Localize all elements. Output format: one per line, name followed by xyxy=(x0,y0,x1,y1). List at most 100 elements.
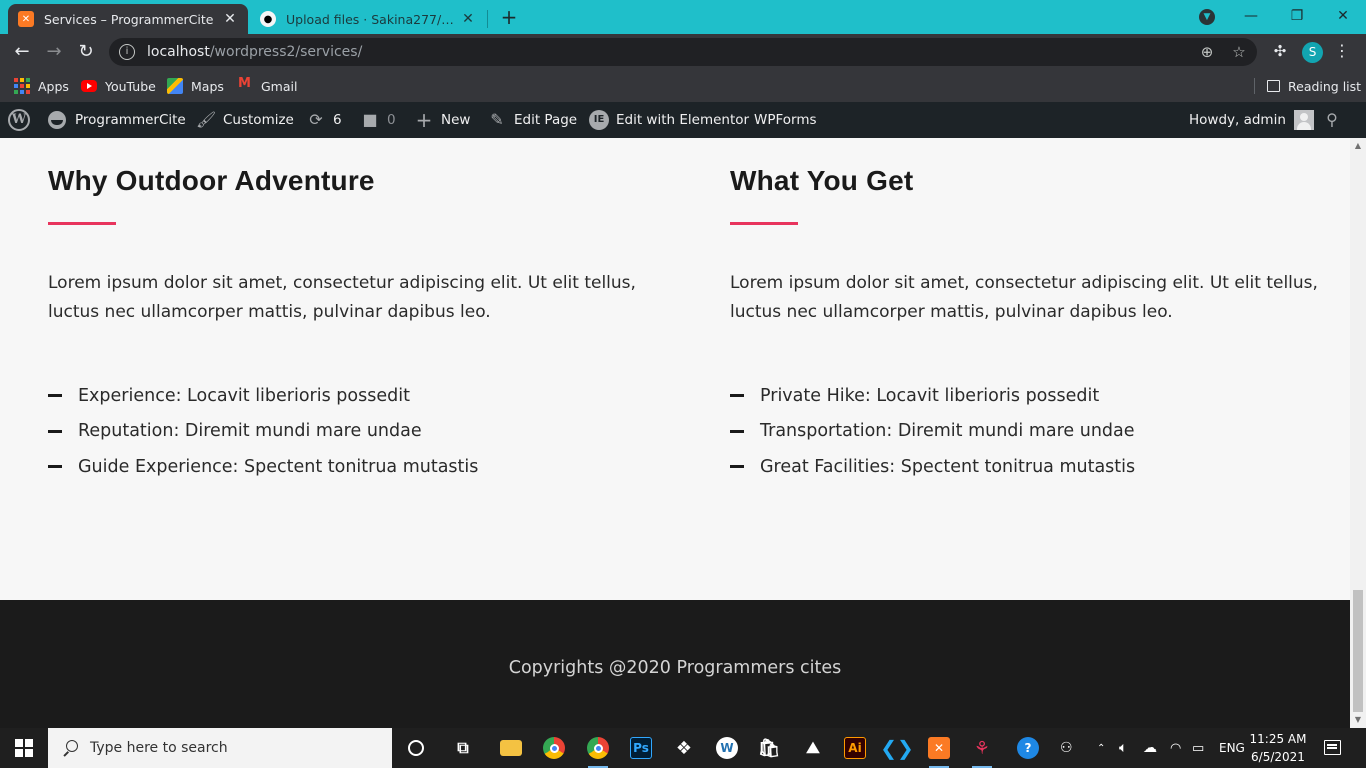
address-bar[interactable]: i localhost/wordpress2/services/ ⊕ ☆ xyxy=(109,38,1257,66)
list-item: Private Hike: Locavit liberioris possedi… xyxy=(730,378,1135,414)
bookmark-label: Apps xyxy=(38,78,69,94)
action-center-button[interactable] xyxy=(1322,738,1342,758)
list-item-text: Guide Experience: Spectent tonitrua muta… xyxy=(78,456,479,477)
restore-button[interactable]: ❐ xyxy=(1274,4,1320,28)
edit-page-link[interactable]: ✎ Edit Page xyxy=(487,102,577,138)
help-icon[interactable]: ? xyxy=(1012,732,1044,764)
wordpress-app-icon[interactable]: W xyxy=(711,732,743,764)
menu-kebab-icon[interactable]: ⋮ xyxy=(1332,41,1352,60)
new-content-menu[interactable]: + New xyxy=(414,102,471,138)
filezilla-icon[interactable]: ⚘ xyxy=(966,732,998,768)
paintbrush-icon: 🖌︎ xyxy=(196,110,217,129)
tab-close-icon[interactable]: ✕ xyxy=(460,11,476,27)
scroll-up-arrow-icon[interactable]: ▲ xyxy=(1350,138,1366,154)
dropbox-icon[interactable]: ❖ xyxy=(668,732,700,764)
search-icon xyxy=(62,740,78,756)
bookmark-label: Gmail xyxy=(261,78,298,94)
battery-icon[interactable]: ▭ xyxy=(1192,728,1204,768)
pencil-icon: ✎ xyxy=(490,110,504,129)
store-icon[interactable]: 🛍︎ xyxy=(753,732,785,764)
bookmark-gmail[interactable]: Gmail xyxy=(237,76,297,96)
site-name-menu[interactable]: ProgrammerCite xyxy=(48,102,186,138)
file-explorer-icon[interactable] xyxy=(495,732,527,764)
comments-link[interactable]: ■ 0 xyxy=(360,102,395,138)
bookmark-youtube[interactable]: YouTube xyxy=(81,76,156,96)
apps-grid-icon xyxy=(14,78,30,94)
wifi-icon[interactable]: ◠ xyxy=(1170,728,1181,768)
chrome-profile-icon[interactable] xyxy=(582,732,614,768)
tab-github[interactable]: ● Upload files · Sakina277/15-days ✕ xyxy=(250,4,486,34)
my-account-menu[interactable]: Howdy, admin xyxy=(1189,102,1314,138)
site-info-icon[interactable]: i xyxy=(119,44,135,60)
dash-icon xyxy=(730,394,744,398)
taskbar-clock[interactable]: 11:25 AM 6/5/2021 xyxy=(1248,730,1308,766)
zoom-icon[interactable]: ⊕ xyxy=(1197,42,1217,62)
section-heading: What You Get xyxy=(730,165,914,196)
customize-link[interactable]: 🖌︎ Customize xyxy=(196,102,294,138)
list-item-text: Reputation: Diremit mundi mare undae xyxy=(78,421,422,442)
bookmarks-bar: Apps YouTube Maps Gmail Reading list xyxy=(0,70,1366,102)
wordpress-logo-icon: W xyxy=(8,109,30,131)
plus-icon: + xyxy=(415,108,433,132)
sketch-app-icon[interactable]: ⛰︎ xyxy=(797,732,829,764)
scroll-down-arrow-icon[interactable]: ▼ xyxy=(1350,712,1366,728)
volume-icon[interactable]: 🔈︎ xyxy=(1119,728,1127,768)
photoshop-icon[interactable]: Ps xyxy=(625,732,657,764)
cortana-icon[interactable] xyxy=(400,732,432,764)
bookmark-maps[interactable]: Maps xyxy=(167,76,224,96)
illustrator-icon[interactable]: Ai xyxy=(839,732,871,764)
list-item-text: Great Facilities: Spectent tonitrua muta… xyxy=(760,456,1136,477)
dash-icon xyxy=(48,465,62,469)
taskbar-search[interactable]: Type here to search xyxy=(48,728,392,768)
scrollbar-thumb[interactable] xyxy=(1353,590,1363,712)
admin-search[interactable]: ⚲ xyxy=(1322,102,1349,138)
tray-chevron-icon[interactable]: ⌃ xyxy=(1097,728,1105,768)
reading-list-button[interactable]: Reading list xyxy=(1267,76,1361,96)
wp-logo-menu[interactable]: W xyxy=(8,102,30,138)
windows-taskbar: Type here to search ⧉ Ps ❖ W 🛍︎ ⛰︎ Ai ❮❯… xyxy=(0,728,1366,768)
feature-list: Experience: Locavit liberioris possedit … xyxy=(48,378,478,485)
task-view-icon[interactable]: ⧉ xyxy=(447,732,479,764)
back-arrow-icon[interactable]: ← xyxy=(10,40,34,64)
customize-label: Customize xyxy=(223,112,294,128)
clock-date: 6/5/2021 xyxy=(1251,750,1305,764)
bookmark-label: Maps xyxy=(191,78,224,94)
url-path: /wordpress2/services/ xyxy=(209,44,363,60)
reload-icon[interactable]: ↻ xyxy=(74,40,98,64)
heading-divider xyxy=(48,222,116,225)
chrome-icon[interactable] xyxy=(538,732,570,764)
howdy-label: Howdy, admin xyxy=(1189,112,1286,128)
minimize-button[interactable]: — xyxy=(1228,4,1274,28)
vscode-icon[interactable]: ❮❯ xyxy=(880,732,914,764)
list-item: Experience: Locavit liberioris possedit xyxy=(48,378,478,414)
maps-icon xyxy=(167,78,183,94)
dash-icon xyxy=(730,465,744,469)
tab-separator xyxy=(487,10,488,28)
people-icon[interactable]: ⚇ xyxy=(1060,728,1073,768)
onedrive-cloud-icon[interactable]: ☁ xyxy=(1143,728,1157,768)
list-item-text: Transportation: Diremit mundi mare undae xyxy=(760,421,1135,442)
extensions-puzzle-icon[interactable]: ✣ xyxy=(1270,42,1290,62)
xampp-taskbar-icon[interactable]: ✕ xyxy=(923,732,955,768)
bookmark-star-icon[interactable]: ☆ xyxy=(1229,42,1249,62)
forward-arrow-icon[interactable]: → xyxy=(42,40,66,64)
profile-avatar[interactable]: S xyxy=(1302,42,1323,63)
bookmark-label: YouTube xyxy=(105,78,156,94)
reading-list-label: Reading list xyxy=(1288,78,1362,94)
tab-services[interactable]: ✕ Services – ProgrammerCite ✕ xyxy=(8,4,248,34)
window-close-button[interactable]: ✕ xyxy=(1320,4,1366,28)
page-scrollbar[interactable]: ▲ ▼ xyxy=(1350,138,1366,728)
elementor-label: Edit with Elementor xyxy=(616,112,750,128)
new-tab-button[interactable]: + xyxy=(498,6,520,28)
heading-divider xyxy=(730,222,798,225)
language-indicator[interactable]: ENG xyxy=(1219,728,1245,768)
updates-link[interactable]: ⟳ 6 xyxy=(306,102,341,138)
edit-page-label: Edit Page xyxy=(514,112,578,128)
tab-close-icon[interactable]: ✕ xyxy=(222,11,238,27)
tab-search-icon[interactable]: ▼ xyxy=(1199,9,1215,25)
list-item: Great Facilities: Spectent tonitrua muta… xyxy=(730,449,1135,485)
bookmark-apps[interactable]: Apps xyxy=(14,76,69,96)
wpforms-menu[interactable]: WPForms xyxy=(754,102,817,138)
elementor-link[interactable]: IE Edit with Elementor xyxy=(589,102,749,138)
start-button[interactable] xyxy=(0,728,48,768)
